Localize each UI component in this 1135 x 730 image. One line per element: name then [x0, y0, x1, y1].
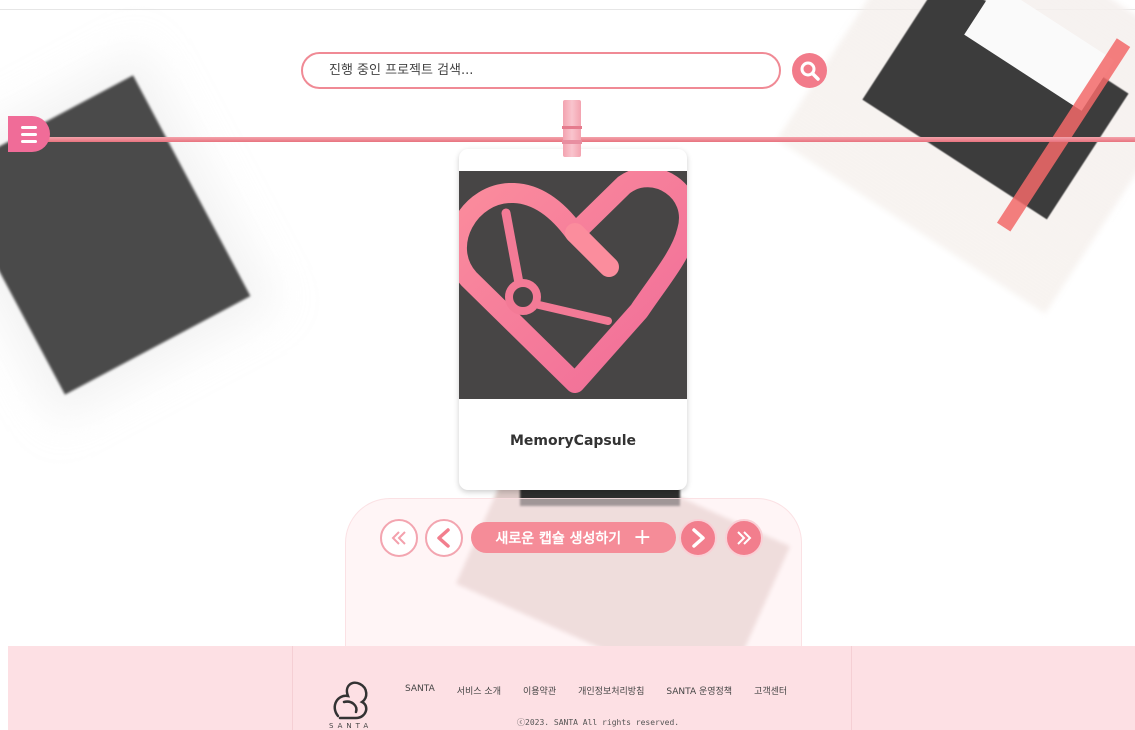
footer-link-service-intro[interactable]: 서비스 소개: [457, 684, 501, 697]
prev-button[interactable]: [425, 519, 463, 557]
capsule-thumbnail: [459, 167, 687, 399]
heart-clock-icon: [459, 167, 687, 393]
footer-link-support[interactable]: 고객센터: [754, 684, 787, 697]
chevron-left-icon: [437, 528, 450, 548]
menu-button[interactable]: [8, 116, 50, 152]
search-input[interactable]: [327, 62, 751, 79]
clothesline: [40, 137, 1135, 142]
footer-link-terms[interactable]: 이용약관: [523, 684, 556, 697]
create-capsule-button[interactable]: 새로운 캡슐 생성하기 +: [471, 522, 676, 553]
last-page-button[interactable]: [725, 519, 763, 557]
search-bar[interactable]: [301, 52, 781, 89]
search-button[interactable]: [792, 53, 827, 88]
footer-link-privacy[interactable]: 개인정보처리방침: [578, 684, 644, 697]
footer-link-santa[interactable]: SANTA: [405, 684, 435, 697]
capsule-title: MemoryCapsule: [510, 433, 636, 449]
santa-logo-icon: [333, 681, 368, 720]
first-page-button[interactable]: [380, 519, 418, 557]
hamburger-menu-icon: [21, 125, 37, 129]
create-capsule-label: 새로운 캡슐 생성하기: [495, 530, 622, 547]
capsule-card[interactable]: MemoryCapsule: [459, 149, 687, 490]
footer-link-policy[interactable]: SANTA 운영정책: [666, 684, 732, 697]
clothespin-icon: [562, 100, 582, 157]
search-icon: [800, 61, 820, 81]
chevron-right-icon: [692, 528, 705, 548]
footer-logo-text: SANTA: [329, 722, 373, 730]
next-button[interactable]: [679, 519, 717, 557]
footer-copyright: ⓒ2023. SANTA All rights reserved.: [517, 718, 680, 727]
footer-links: SANTA 서비스 소개 이용약관 개인정보처리방침 SANTA 운영정책 고객…: [405, 684, 787, 697]
double-chevron-right-icon: [737, 531, 752, 545]
plus-icon: +: [633, 524, 652, 550]
double-chevron-left-icon: [391, 531, 406, 545]
